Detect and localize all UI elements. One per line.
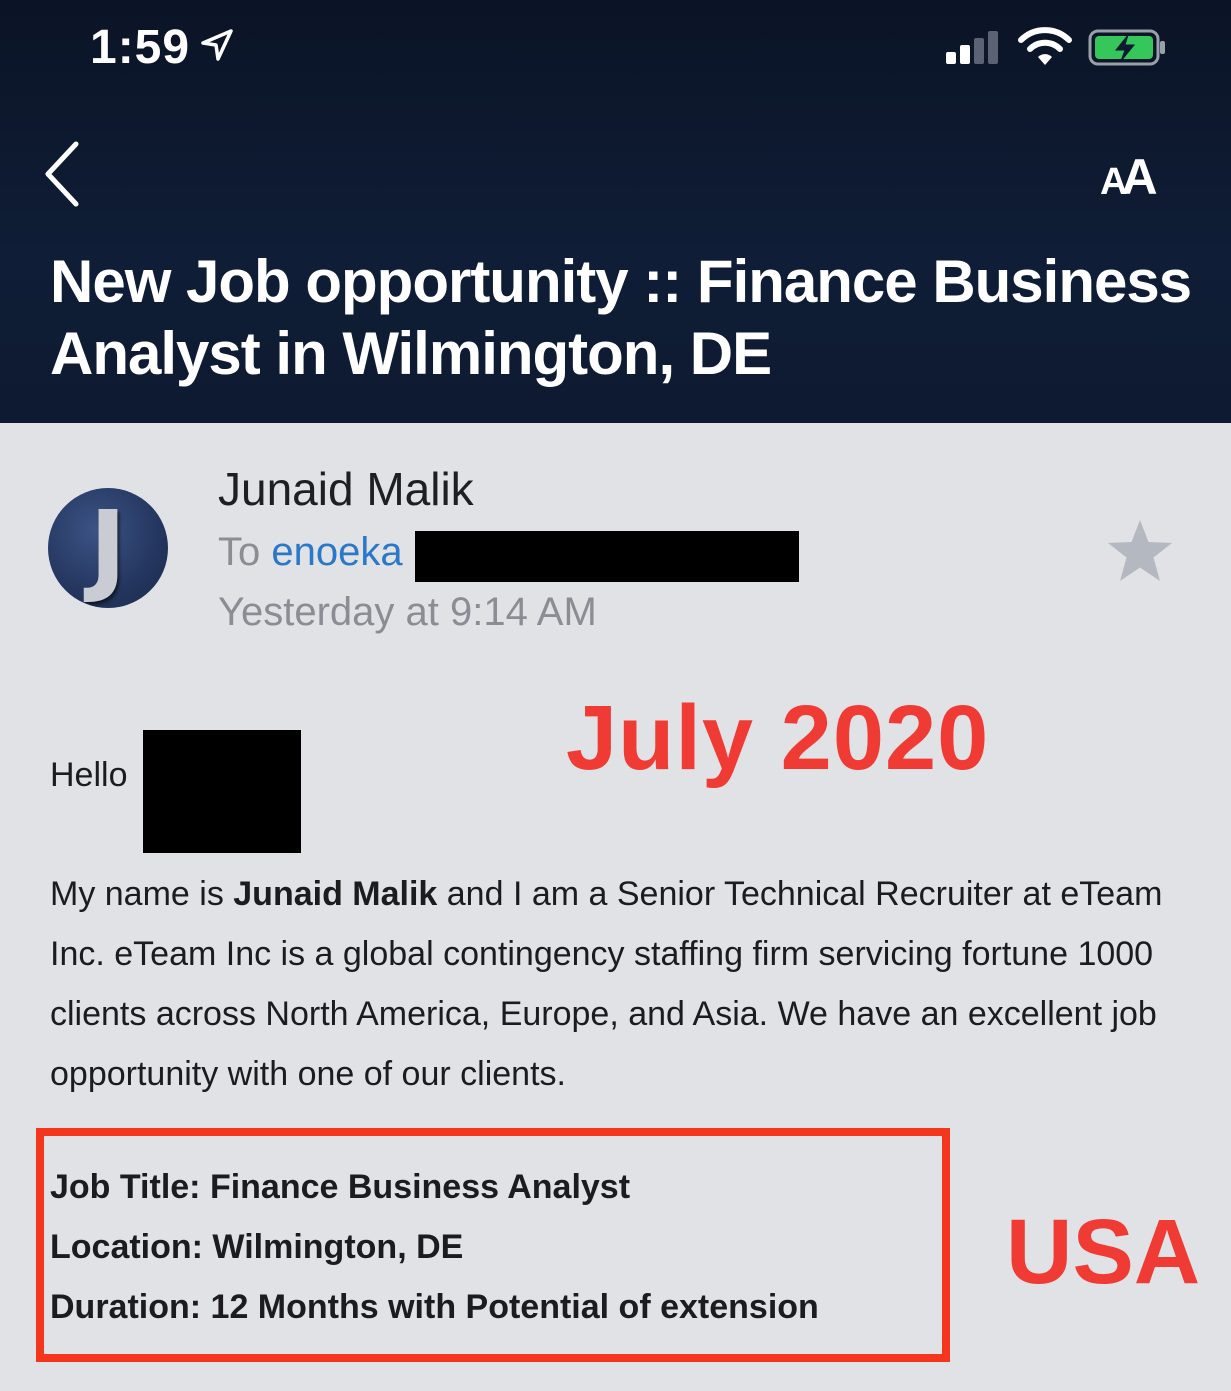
wifi-icon (1018, 27, 1072, 65)
greeting: Hello (50, 756, 128, 794)
email-subject: New Job opportunity :: Finance Business … (50, 248, 1192, 387)
email-header: 1:59 AA New Job opportunity :: Finance B… (0, 0, 1231, 423)
text-size-button[interactable]: AA (1100, 148, 1170, 205)
to-prefix: To (218, 530, 261, 574)
job-title-line: Job Title: Finance Business Analyst (50, 1168, 631, 1206)
star-icon[interactable] (1104, 516, 1176, 588)
battery-charging-icon (1088, 29, 1165, 66)
sender-name[interactable]: Junaid Malik (218, 462, 474, 516)
body-sender-name: Junaid Malik (233, 875, 438, 913)
location-arrow-icon (201, 29, 233, 61)
avatar-letter: J (89, 489, 127, 606)
email-body-paragraph: My name is Junaid Malik and I am a Senio… (50, 864, 1190, 1104)
annotation-country: USA (1006, 1201, 1201, 1303)
job-location-line: Location: Wilmington, DE (50, 1228, 464, 1266)
recipient-address[interactable]: enoeka (271, 530, 402, 574)
job-duration-line: Duration: 12 Months with Potential of ex… (50, 1288, 819, 1326)
status-time: 1:59 (90, 21, 191, 74)
cellular-signal-icon (946, 31, 998, 64)
sender-avatar[interactable]: J (48, 488, 168, 608)
body-intro: My name is (50, 875, 234, 913)
back-chevron-icon[interactable] (38, 138, 88, 210)
annotation-date: July 2020 (566, 687, 990, 789)
email-date: Yesterday at 9:14 AM (218, 590, 597, 634)
redaction-greeting (143, 730, 301, 853)
redaction-recipient (415, 531, 799, 582)
recipient-line: To enoeka (218, 530, 403, 575)
text-size-big-a: A (1121, 149, 1158, 205)
